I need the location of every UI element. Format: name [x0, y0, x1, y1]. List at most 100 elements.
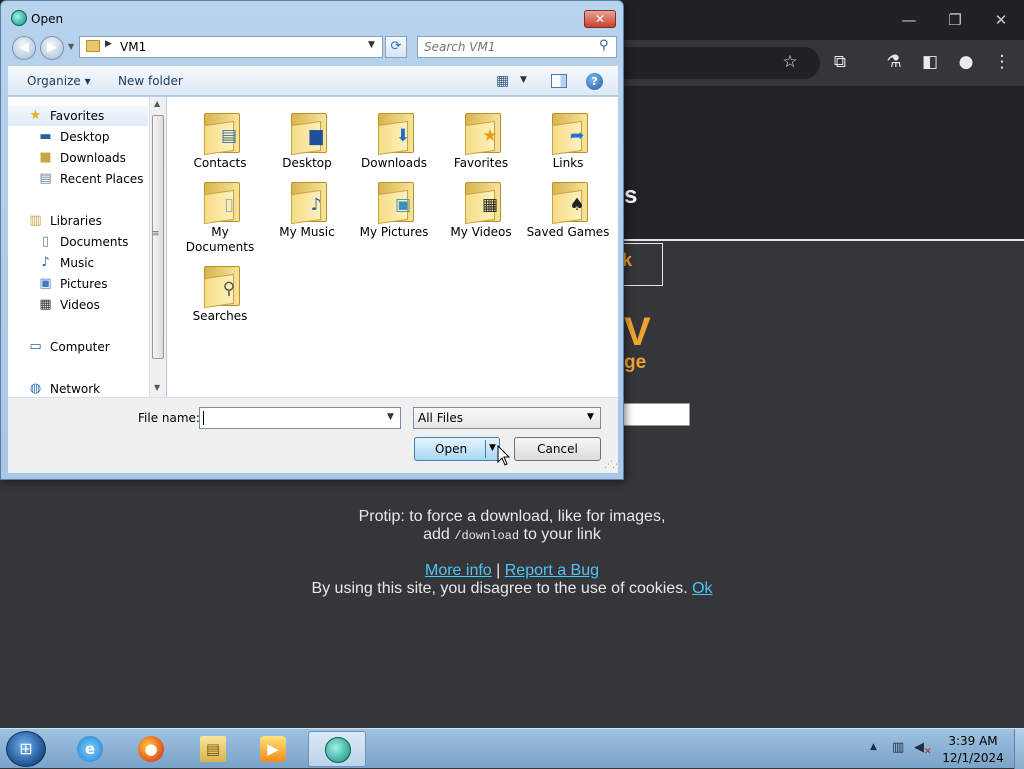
file-item-searches[interactable]: ⚲ Searches: [176, 254, 264, 334]
views-dropdown-icon[interactable]: ▼: [520, 75, 527, 85]
file-item-desktop[interactable]: ▆ Desktop: [263, 101, 351, 181]
help-icon[interactable]: ?: [586, 73, 603, 90]
profile-avatar-icon[interactable]: ●: [954, 50, 978, 74]
nav-item-downloads[interactable]: ■ Downloads: [8, 148, 148, 168]
file-type-value: All Files: [418, 411, 464, 425]
file-item-saved-games[interactable]: ♠ Saved Games: [524, 170, 612, 250]
browser-close-button[interactable]: ✕: [987, 8, 1015, 32]
side-panel-icon[interactable]: ◧: [918, 50, 942, 74]
footer-links: More info | Report a Bug: [0, 562, 1024, 580]
nav-item-network[interactable]: ◍ Network: [8, 379, 148, 397]
address-bar[interactable]: ▶ VM1 ▼: [79, 36, 383, 58]
file-list: ▤ Contacts ▆ Desktop ⬇ Downloads ★ Favor…: [167, 97, 618, 397]
show-desktop-button[interactable]: [1014, 729, 1024, 769]
file-name-dropdown-icon[interactable]: ▼: [387, 412, 394, 422]
nav-item-label: Computer: [50, 340, 110, 354]
page-url-input[interactable]: [620, 403, 690, 426]
recent-pages-dropdown[interactable]: ▼: [68, 42, 74, 51]
page-header: [620, 86, 1024, 241]
breadcrumb-path[interactable]: VM1: [120, 40, 146, 54]
labs-flask-icon[interactable]: ⚗: [882, 50, 906, 74]
protip-add: add: [423, 526, 455, 543]
file-item-my-documents[interactable]: ▯ My Documents: [176, 170, 264, 254]
taskbar-file-explorer[interactable]: ▤: [187, 731, 239, 767]
breadcrumb-separator[interactable]: ▶: [105, 39, 112, 49]
cancel-button[interactable]: Cancel: [514, 437, 601, 461]
file-name-input[interactable]: ▼: [199, 407, 401, 429]
taskbar-firefox[interactable]: ●: [125, 731, 177, 767]
nav-item-recent-places[interactable]: ▤ Recent Places: [8, 169, 148, 189]
nav-item-favorites[interactable]: ★ Favorites: [8, 106, 148, 126]
taskbar-active-app[interactable]: [308, 731, 366, 767]
scroll-up-icon[interactable]: ▲: [154, 99, 160, 108]
file-name-label: File name:: [138, 411, 200, 425]
report-bug-link[interactable]: Report a Bug: [505, 562, 599, 579]
command-bar: Organize ▾ New folder ▦ ▼ ?: [8, 66, 618, 96]
taskbar-internet-explorer[interactable]: e: [64, 731, 116, 767]
nav-item-libraries[interactable]: ▥ Libraries: [8, 211, 148, 231]
nav-item-label: Downloads: [60, 151, 126, 165]
clock-date[interactable]: 12/1/2024: [938, 751, 1008, 765]
extensions-icon[interactable]: ⧉: [828, 50, 852, 74]
file-item-my-music[interactable]: ♪ My Music: [263, 170, 351, 250]
file-item-downloads[interactable]: ⬇ Downloads: [350, 101, 438, 181]
nav-scrollbar[interactable]: ▲ ≡ ▼: [149, 97, 166, 397]
page-button[interactable]: k: [620, 243, 663, 286]
file-type-dropdown-icon[interactable]: ▼: [587, 412, 594, 422]
browser-restore-button[interactable]: ❐: [941, 8, 969, 32]
nav-item-pictures[interactable]: ▣ Pictures: [8, 274, 148, 294]
libraries-icon: ▥: [29, 213, 42, 228]
file-label: Desktop: [282, 156, 332, 170]
open-button-label: Open: [435, 442, 468, 456]
browser-menu-icon[interactable]: ⋮: [990, 50, 1014, 74]
scroll-down-icon[interactable]: ▼: [154, 383, 160, 392]
downloads-folder-icon: ⬇: [378, 109, 414, 156]
file-item-my-pictures[interactable]: ▣ My Pictures: [350, 170, 438, 250]
file-item-favorites[interactable]: ★ Favorites: [437, 101, 525, 181]
bookmark-star-icon[interactable]: ☆: [778, 50, 802, 74]
organize-button[interactable]: Organize ▾: [27, 74, 91, 88]
search-input[interactable]: Search VM1 ⚲: [417, 36, 617, 58]
nav-item-documents[interactable]: ▯ Documents: [8, 232, 148, 252]
star-icon: ★: [29, 108, 42, 123]
media-player-icon: ▶: [260, 736, 286, 762]
nav-item-videos[interactable]: ▦ Videos: [8, 295, 148, 315]
taskbar-media-player[interactable]: ▶: [247, 731, 299, 767]
cookie-notice: By using this site, you disagree to the …: [0, 580, 1024, 598]
firefox-icon: ●: [138, 736, 164, 762]
nav-item-computer[interactable]: ▭ Computer: [8, 337, 148, 357]
start-button[interactable]: ⊞: [6, 731, 46, 767]
videos-folder-icon: ▦: [465, 178, 501, 225]
clock-time[interactable]: 3:39 AM: [938, 734, 1008, 748]
nav-item-label: Network: [50, 382, 101, 396]
nav-item-desktop[interactable]: ▬ Desktop: [8, 127, 148, 147]
new-folder-button[interactable]: New folder: [118, 74, 183, 88]
views-icon[interactable]: ▦: [496, 73, 512, 89]
file-label: My Music: [279, 225, 335, 239]
nav-item-label: Pictures: [60, 277, 108, 291]
cookie-ok-link[interactable]: Ok: [692, 580, 712, 597]
open-button-divider: [485, 440, 486, 458]
desktop-icon: ▬: [39, 129, 52, 144]
back-button[interactable]: ◀: [12, 36, 36, 60]
dialog-close-button[interactable]: ✕: [584, 10, 616, 28]
show-hidden-icons-icon[interactable]: ▲: [870, 742, 877, 752]
preview-pane-icon[interactable]: [551, 74, 567, 88]
file-item-my-videos[interactable]: ▦ My Videos: [437, 170, 525, 250]
resize-grip-icon[interactable]: ⋰⋰: [604, 460, 621, 470]
nav-item-label: Videos: [60, 298, 100, 312]
open-button[interactable]: Open ▼: [414, 437, 500, 461]
refresh-button[interactable]: ⟳: [385, 36, 407, 58]
search-icon[interactable]: ⚲: [599, 38, 609, 53]
more-info-link[interactable]: More info: [425, 562, 492, 579]
file-type-select[interactable]: All Files ▼: [413, 407, 601, 429]
address-dropdown-icon[interactable]: ▼: [368, 40, 375, 50]
file-label: Saved Games: [526, 225, 610, 239]
network-tray-icon[interactable]: ▥: [892, 740, 908, 756]
open-options-dropdown-icon[interactable]: ▼: [489, 443, 496, 453]
file-item-links[interactable]: ➦ Links: [524, 101, 612, 181]
nav-item-music[interactable]: ♪ Music: [8, 253, 148, 273]
browser-minimize-button[interactable]: —: [895, 8, 923, 32]
file-item-contacts[interactable]: ▤ Contacts: [176, 101, 264, 181]
forward-button[interactable]: ▶: [40, 36, 64, 60]
